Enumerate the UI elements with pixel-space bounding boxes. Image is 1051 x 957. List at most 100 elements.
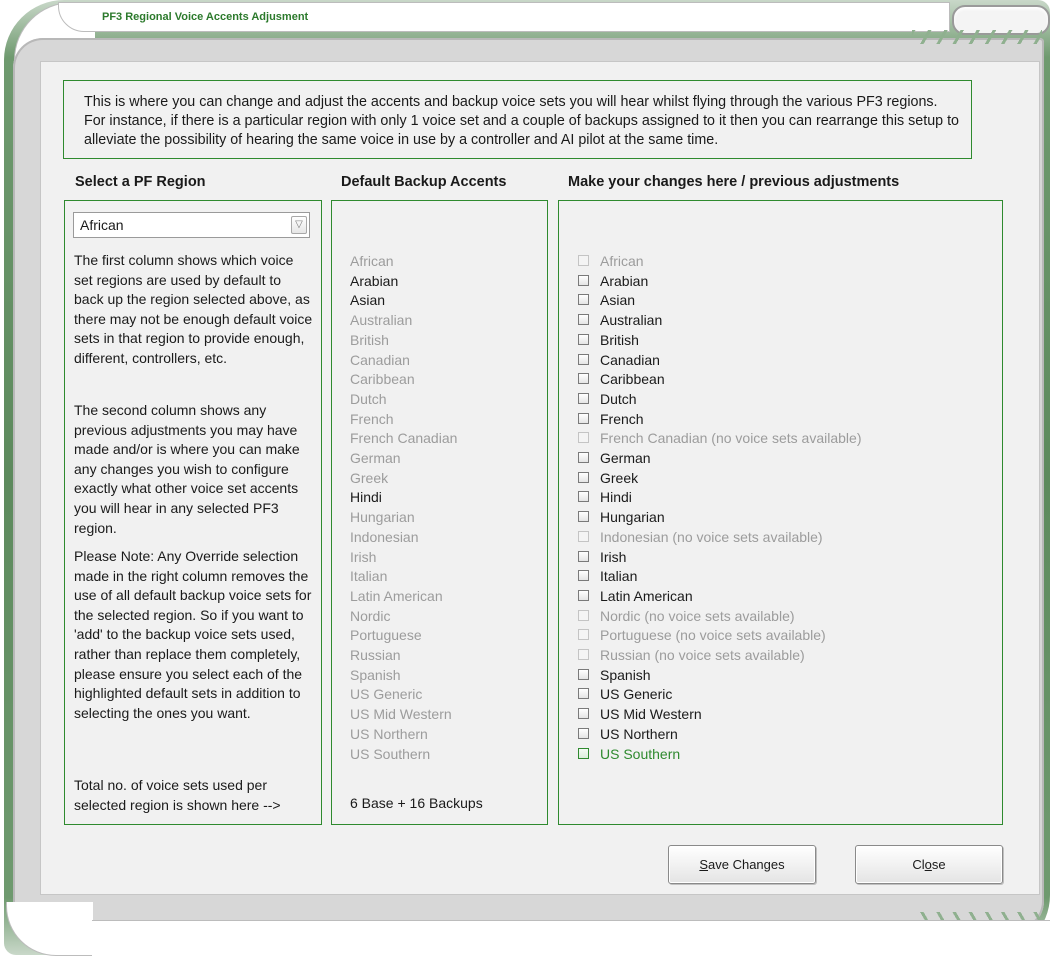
default-backup-item: Asian (350, 292, 386, 309)
override-checkbox-row: Portuguese (no voice sets available) (578, 625, 978, 645)
default-backup-item: Spanish (350, 666, 401, 683)
description-paragraph: The second column shows any previous adj… (74, 402, 300, 536)
window-title: PF3 Regional Voice Accents Adjusment (102, 11, 309, 23)
override-checkbox-row[interactable]: Latin American (578, 586, 978, 606)
override-checkbox-row[interactable]: US Mid Western (578, 704, 978, 724)
close-button[interactable]: Close (855, 845, 1003, 884)
override-checkbox-row[interactable]: US Generic (578, 684, 978, 704)
total-note: Total no. of voice sets used per selecte… (74, 777, 281, 813)
override-label: African (600, 253, 644, 269)
default-backup-item: Hindi (350, 489, 382, 506)
override-checkbox-row[interactable]: Greek (578, 468, 978, 488)
save-label: ave Changes (708, 857, 785, 872)
override-label: French (600, 410, 644, 427)
region-select-value: African (80, 217, 124, 233)
save-access-key: S (699, 857, 709, 872)
override-label: Latin American (600, 587, 693, 604)
override-label: Irish (600, 548, 627, 565)
override-checkbox-row[interactable]: US Northern (578, 724, 978, 744)
override-checkbox-row[interactable]: Irish (578, 547, 978, 567)
override-checkbox-row[interactable]: Hungarian (578, 507, 978, 527)
override-label: Nordic (no voice sets available) (600, 607, 795, 624)
override-checkbox-row[interactable]: US Southern (578, 744, 978, 764)
override-checkbox[interactable] (578, 668, 589, 680)
override-label: Arabian (600, 272, 649, 289)
override-checkbox[interactable] (578, 550, 589, 562)
default-backup-item: British (350, 331, 389, 348)
override-checkbox[interactable] (578, 727, 589, 739)
override-checkbox-row[interactable]: British (578, 330, 978, 350)
override-checkbox (578, 530, 589, 542)
frame-bottom-bar (92, 920, 1050, 956)
override-label: US Northern (600, 725, 678, 742)
override-label: Australian (600, 312, 663, 329)
override-label: Indonesian (no voice sets available) (600, 528, 823, 545)
override-checkbox-row[interactable]: Hindi (578, 487, 978, 507)
default-backup-item: Hungarian (350, 509, 415, 526)
default-backup-item: Greek (350, 469, 389, 486)
override-checkbox[interactable] (578, 452, 589, 463)
override-checkbox (578, 432, 589, 444)
override-checkbox[interactable] (578, 294, 589, 306)
default-backup-item: French (350, 410, 394, 427)
override-checkbox[interactable] (578, 392, 589, 404)
default-backup-item: Dutch (350, 390, 387, 407)
override-checkbox[interactable] (578, 708, 589, 720)
default-backup-item: US Mid Western (350, 706, 452, 723)
default-backup-item: US Generic (350, 686, 423, 703)
default-backup-item: Caribbean (350, 371, 415, 388)
override-checkbox-row[interactable]: Italian (578, 566, 978, 586)
override-label: US Generic (600, 686, 673, 703)
override-checkbox-row[interactable]: Asian (578, 290, 978, 310)
override-label: Hindi (600, 489, 632, 506)
save-changes-button[interactable]: Save Changes (668, 845, 816, 884)
override-checkbox[interactable] (578, 314, 589, 326)
override-checkbox-row[interactable]: Australian (578, 310, 978, 330)
override-checkbox (578, 609, 589, 621)
description-paragraph: The first column shows which voice set r… (74, 252, 313, 366)
override-checkbox-row: French Canadian (no voice sets available… (578, 428, 978, 448)
override-checkbox[interactable] (578, 333, 589, 345)
override-checkbox[interactable] (578, 471, 589, 483)
override-label: US Southern (600, 745, 681, 762)
override-checkbox-row[interactable]: Caribbean (578, 369, 978, 389)
override-checkbox-row[interactable]: French (578, 409, 978, 429)
default-backup-item: Latin American (350, 587, 443, 604)
override-checkbox[interactable] (578, 373, 589, 385)
override-label: Italian (600, 568, 638, 585)
override-checkbox[interactable] (578, 747, 589, 759)
override-checkbox-row[interactable]: German (578, 448, 978, 468)
override-checkbox[interactable] (578, 412, 589, 424)
override-checkbox-row: Indonesian (no voice sets available) (578, 527, 978, 547)
default-backup-item: US Northern (350, 725, 428, 742)
override-checkbox-row: Nordic (no voice sets available) (578, 606, 978, 626)
override-checkbox-row[interactable]: Canadian (578, 350, 978, 370)
override-label: Greek (600, 469, 639, 486)
override-label: Asian (600, 292, 636, 309)
override-checkbox[interactable] (578, 589, 589, 601)
override-checkbox (578, 255, 589, 266)
override-checkbox[interactable] (578, 688, 589, 700)
override-checkbox[interactable] (578, 570, 589, 582)
intro-text: This is where you can change and adjust … (84, 94, 959, 148)
override-checkbox-row[interactable]: Dutch (578, 389, 978, 409)
override-checkbox[interactable] (578, 491, 589, 503)
override-label: Canadian (600, 351, 660, 368)
override-label: Dutch (600, 390, 637, 407)
override-checkbox[interactable] (578, 274, 589, 286)
dropdown-arrow-icon[interactable]: ▽ (291, 216, 307, 234)
changes-heading: Make your changes here / previous adjust… (568, 174, 900, 190)
override-checkbox[interactable] (578, 511, 589, 523)
region-select[interactable]: African ▽ (73, 212, 310, 238)
override-checkbox-row[interactable]: Arabian (578, 271, 978, 291)
close-label-post: se (931, 857, 946, 872)
description-paragraph: Please Note: Any Override selection made… (74, 548, 312, 721)
override-label: French Canadian (no voice sets available… (600, 430, 862, 447)
override-checkbox-row[interactable]: Spanish (578, 665, 978, 685)
override-checkbox[interactable] (578, 353, 589, 365)
default-backup-item: Canadian (350, 351, 410, 368)
close-access-key: o (924, 857, 932, 872)
default-backup-item: Irish (350, 548, 377, 565)
backup-heading: Default Backup Accents (341, 174, 507, 190)
default-backup-item: Arabian (350, 272, 399, 289)
